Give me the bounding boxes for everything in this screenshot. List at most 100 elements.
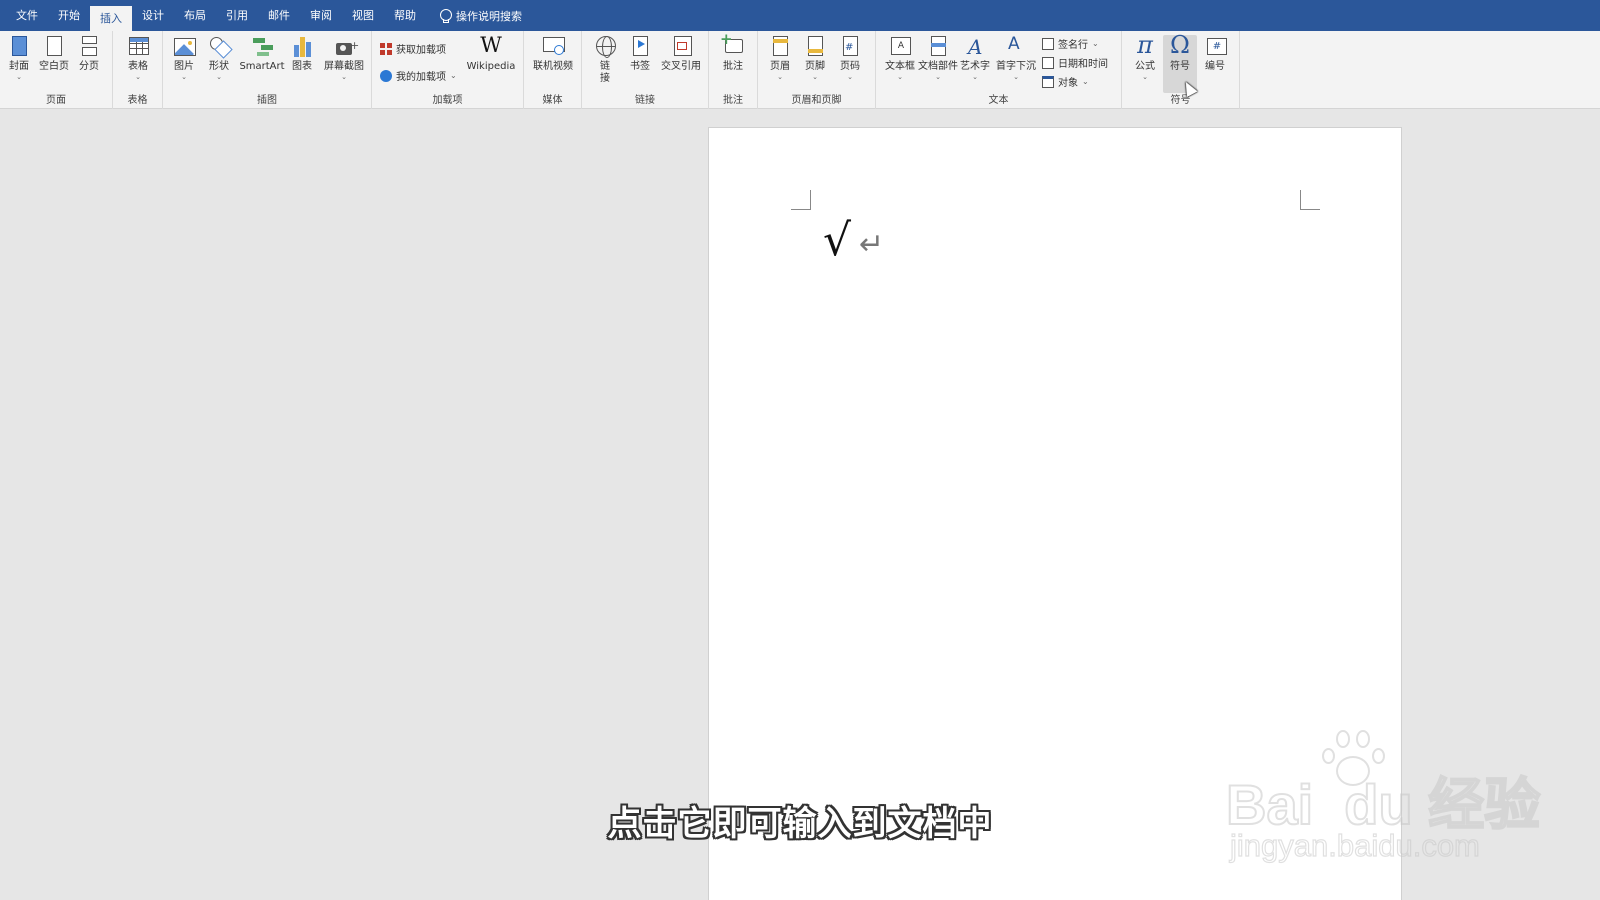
group-illustrations: 图片 ⌄ 形状 ⌄ SmartArt 图表 + 屏幕截图 ⌄ 插图 xyxy=(163,31,372,109)
group-links: 链 接 书签 交叉引用 链接 xyxy=(582,31,709,109)
header-icon xyxy=(769,35,791,59)
symbol-label: 符号 xyxy=(1170,61,1190,72)
get-addins-label: 获取加载项 xyxy=(396,45,446,56)
tab-references[interactable]: 引用 xyxy=(216,0,258,31)
table-label: 表格 xyxy=(128,61,148,72)
date-time-label: 日期和时间 xyxy=(1058,59,1108,70)
numbering-icon: # xyxy=(1204,35,1227,59)
group-label-symbols: 符号 xyxy=(1170,95,1191,106)
video-subtitle: 点击它即可输入到文档中 xyxy=(607,804,993,844)
numbering-button[interactable]: # 编号 xyxy=(1198,35,1232,73)
wikipedia-label: Wikipedia xyxy=(466,61,516,72)
online-video-button[interactable]: 联机视频 xyxy=(528,35,578,73)
signature-line-button[interactable]: 签名行 ⌄ xyxy=(1042,36,1099,51)
chevron-down-icon: ⌄ xyxy=(777,73,783,81)
screenshot-label: 屏幕截图 xyxy=(324,61,364,72)
paragraph-mark-icon: ↵ xyxy=(859,226,885,262)
quick-parts-button[interactable]: 文档部件 ⌄ xyxy=(918,35,958,81)
margin-corner-mark-left xyxy=(791,190,811,210)
object-button[interactable]: 对象 ⌄ xyxy=(1042,74,1089,89)
document-paragraph[interactable]: √ ↵ xyxy=(823,216,884,266)
table-button[interactable]: 表格 ⌄ xyxy=(121,35,155,81)
store-icon xyxy=(380,42,392,55)
cover-page-label: 封面 xyxy=(9,61,29,72)
footer-button[interactable]: 页脚 ⌄ xyxy=(798,35,832,81)
page-number-icon: # xyxy=(839,35,861,59)
picture-button[interactable]: 图片 ⌄ xyxy=(167,35,201,81)
drop-cap-label: 首字下沉 xyxy=(996,61,1036,72)
cover-page-button[interactable]: 封面 ⌄ xyxy=(2,35,36,81)
chevron-down-icon: ⌄ xyxy=(16,73,22,81)
page-break-icon xyxy=(78,35,100,59)
get-addins-button[interactable]: 获取加载项 xyxy=(380,41,446,56)
tab-file[interactable]: 文件 xyxy=(6,0,48,31)
chevron-down-icon: ⌄ xyxy=(1082,77,1089,86)
group-symbols: π 公式 ⌄ Ω 符号 # 编号 符号 xyxy=(1122,31,1240,109)
screenshot-button[interactable]: + 屏幕截图 ⌄ xyxy=(321,35,367,81)
tab-view[interactable]: 视图 xyxy=(342,0,384,31)
chevron-down-icon: ⌄ xyxy=(812,73,818,81)
tab-design[interactable]: 设计 xyxy=(132,0,174,31)
page-number-label: 页码 xyxy=(840,61,860,72)
inserted-check-symbol: √ xyxy=(823,215,852,266)
drop-cap-glyph: A xyxy=(1008,34,1020,54)
cross-reference-button[interactable]: 交叉引用 xyxy=(658,35,704,73)
chevron-down-icon: ⌄ xyxy=(1092,39,1099,48)
page-number-button[interactable]: # 页码 ⌄ xyxy=(833,35,867,81)
shapes-button[interactable]: 形状 ⌄ xyxy=(202,35,236,81)
comment-icon xyxy=(720,30,744,59)
group-label-comments: 批注 xyxy=(723,95,743,106)
chevron-down-icon: ⌄ xyxy=(897,73,903,81)
group-label-header-footer: 页眉和页脚 xyxy=(791,95,842,106)
equation-button[interactable]: π 公式 ⌄ xyxy=(1128,31,1162,81)
drop-cap-button[interactable]: A 首字下沉 ⌄ xyxy=(996,34,1036,81)
bookmark-label: 书签 xyxy=(630,61,650,72)
wordart-icon: A xyxy=(964,35,986,59)
shapes-label: 形状 xyxy=(209,61,229,72)
shapes-icon xyxy=(208,35,233,59)
group-comments: 批注 批注 xyxy=(709,30,758,109)
bookmark-button[interactable]: 书签 xyxy=(623,35,657,73)
tab-review[interactable]: 审阅 xyxy=(300,0,342,31)
tell-me-search[interactable]: 操作说明搜索 xyxy=(440,8,522,24)
group-label-links: 链接 xyxy=(635,95,655,106)
chevron-down-icon: ⌄ xyxy=(135,73,141,81)
page-break-button[interactable]: 分页 xyxy=(72,35,106,73)
tab-mailings[interactable]: 邮件 xyxy=(258,0,300,31)
quick-parts-icon xyxy=(927,35,949,59)
link-label-1: 链 xyxy=(600,61,610,72)
blank-page-button[interactable]: 空白页 xyxy=(37,35,71,73)
chevron-down-icon: ⌄ xyxy=(341,73,347,81)
link-button[interactable]: 链 接 xyxy=(588,35,622,85)
smartart-button[interactable]: SmartArt xyxy=(237,35,287,73)
margin-corner-mark-right xyxy=(1300,190,1320,210)
group-text: A 文本框 ⌄ 文档部件 ⌄ A 艺术字 ⌄ A 首字下沉 ⌄ 签名行 ⌄ 日期… xyxy=(876,31,1122,109)
group-media: 联机视频 媒体 xyxy=(524,31,582,109)
smartart-label: SmartArt xyxy=(239,61,285,72)
textbox-button[interactable]: A 文本框 ⌄ xyxy=(883,35,917,81)
footer-icon xyxy=(804,35,826,59)
pi-glyph: π xyxy=(1137,31,1153,59)
link-label-2: 接 xyxy=(600,73,610,84)
chart-button[interactable]: 图表 xyxy=(285,35,319,73)
new-comment-button[interactable]: 批注 xyxy=(716,30,750,73)
chevron-down-icon: ⌄ xyxy=(972,73,978,81)
date-time-button[interactable]: 日期和时间 xyxy=(1042,55,1108,70)
tab-home[interactable]: 开始 xyxy=(48,0,90,31)
wikipedia-glyph: W xyxy=(480,33,502,57)
textbox-label: 文本框 xyxy=(885,61,915,72)
tab-layout[interactable]: 布局 xyxy=(174,0,216,31)
globe-link-icon xyxy=(594,35,616,59)
my-addins-button[interactable]: 我的加载项 ⌄ xyxy=(380,68,457,83)
header-button[interactable]: 页眉 ⌄ xyxy=(763,35,797,81)
tab-insert[interactable]: 插入 xyxy=(90,6,132,31)
wikipedia-button[interactable]: W Wikipedia xyxy=(466,33,516,73)
tell-me-label: 操作说明搜索 xyxy=(456,9,522,23)
textbox-glyph: A xyxy=(891,37,911,55)
lightbulb-icon xyxy=(440,8,452,23)
wordart-button[interactable]: A 艺术字 ⌄ xyxy=(958,35,992,81)
picture-icon xyxy=(173,35,196,59)
omega-icon: Ω xyxy=(1167,31,1193,59)
tab-help[interactable]: 帮助 xyxy=(384,0,426,31)
chevron-down-icon: ⌄ xyxy=(450,71,457,80)
